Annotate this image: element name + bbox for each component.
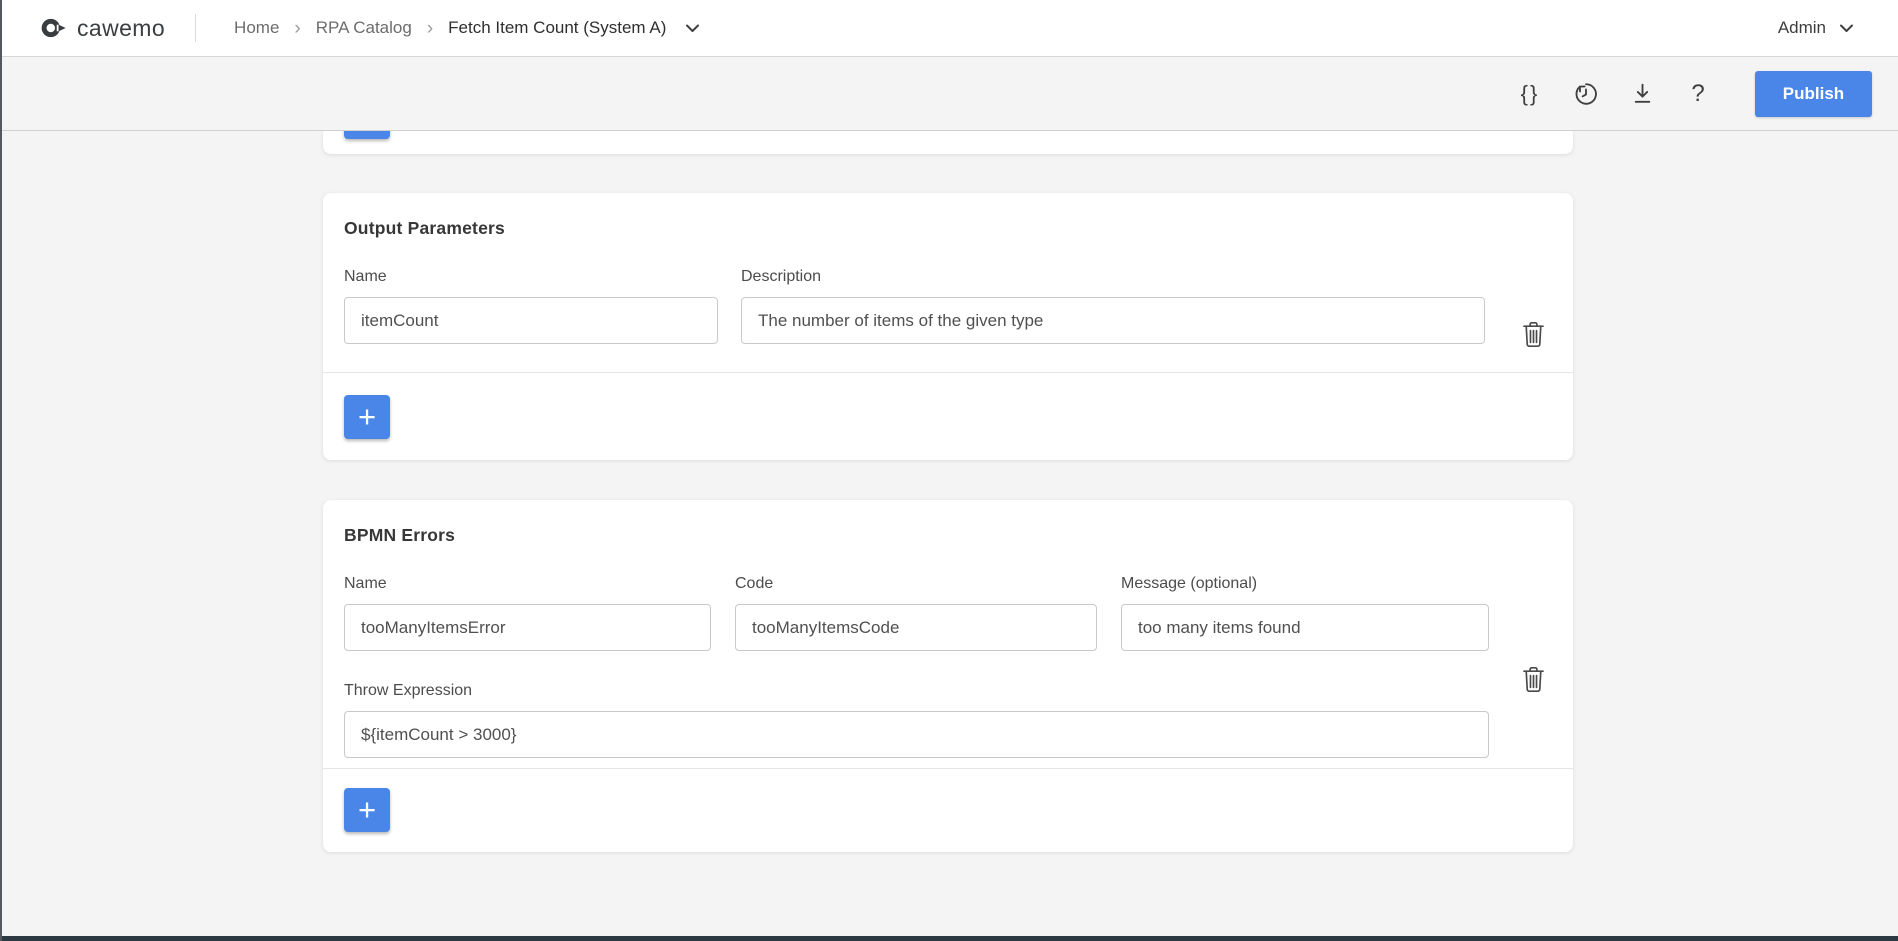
description-field-group: Description (741, 267, 1485, 344)
description-label: Description (741, 267, 1485, 287)
parameter-description-input[interactable] (741, 297, 1485, 344)
breadcrumb: Home › RPA Catalog › Fetch Item Count (S… (234, 18, 700, 38)
top-navigation-bar: cawemo Home › RPA Catalog › Fetch Item C… (0, 0, 1898, 57)
delete-error-button[interactable] (1521, 665, 1546, 693)
message-label: Message (optional) (1121, 574, 1489, 594)
download-icon (1630, 81, 1655, 106)
question-mark-icon: ? (1691, 80, 1704, 108)
window-edge (0, 0, 2, 941)
download-button[interactable] (1627, 76, 1657, 112)
editor-toolbar: {} ? Publish (0, 57, 1898, 131)
add-row-button[interactable]: + (344, 131, 390, 139)
breadcrumb-current-item[interactable]: Fetch Item Count (System A) (448, 18, 666, 38)
code-label: Code (735, 574, 1097, 594)
name-label: Name (344, 574, 711, 594)
name-label: Name (344, 267, 718, 287)
chevron-down-icon (1839, 24, 1854, 33)
trash-icon (1521, 320, 1546, 348)
user-menu[interactable]: Admin (1778, 18, 1854, 38)
error-code-input[interactable] (735, 604, 1097, 651)
card-divider (323, 372, 1573, 373)
delete-parameter-button[interactable] (1521, 320, 1546, 348)
help-button[interactable]: ? (1683, 76, 1713, 112)
name-field-group: Name (344, 267, 718, 344)
trash-icon (1521, 665, 1546, 693)
error-code-field-group: Code (735, 574, 1097, 651)
throw-expression-label: Throw Expression (344, 681, 1489, 701)
error-message-field-group: Message (optional) (1121, 574, 1489, 651)
brand-wordmark: cawemo (77, 15, 165, 42)
error-name-field-group: Name (344, 574, 711, 651)
section-title: Output Parameters (344, 218, 1545, 239)
cawemo-logo-icon (40, 16, 67, 40)
history-icon (1573, 81, 1599, 107)
chevron-right-icon: › (427, 19, 433, 38)
add-output-parameter-button[interactable]: + (344, 395, 390, 439)
version-history-button[interactable] (1571, 76, 1601, 112)
throw-expression-input[interactable] (344, 711, 1489, 758)
embed-code-button[interactable]: {} (1515, 76, 1545, 112)
card-divider (323, 768, 1573, 769)
error-message-input[interactable] (1121, 604, 1489, 651)
publish-button[interactable]: Publish (1755, 71, 1872, 117)
nav-divider (195, 14, 196, 42)
error-row: Name Code Message (optional) Throw Expre… (344, 574, 1489, 758)
bpmn-errors-card: BPMN Errors Name Code Message (optional)… (323, 500, 1573, 852)
parameter-row: Name Description (344, 267, 1545, 344)
curly-braces-icon: {} (1521, 81, 1540, 107)
add-bpmn-error-button[interactable]: + (344, 788, 390, 832)
chevron-down-icon[interactable] (685, 24, 700, 33)
input-parameters-card-partial: + (323, 131, 1573, 154)
breadcrumb-rpa-catalog[interactable]: RPA Catalog (316, 18, 412, 38)
output-parameters-card: Output Parameters Name Description + (323, 193, 1573, 460)
window-bottom-bar (0, 936, 1898, 941)
throw-expression-field-group: Throw Expression (344, 681, 1489, 758)
section-title: BPMN Errors (344, 525, 1545, 546)
breadcrumb-home[interactable]: Home (234, 18, 279, 38)
parameter-name-input[interactable] (344, 297, 718, 344)
chevron-right-icon: › (294, 19, 300, 38)
error-name-input[interactable] (344, 604, 711, 651)
cawemo-logo[interactable]: cawemo (40, 15, 165, 42)
user-menu-label: Admin (1778, 18, 1826, 38)
